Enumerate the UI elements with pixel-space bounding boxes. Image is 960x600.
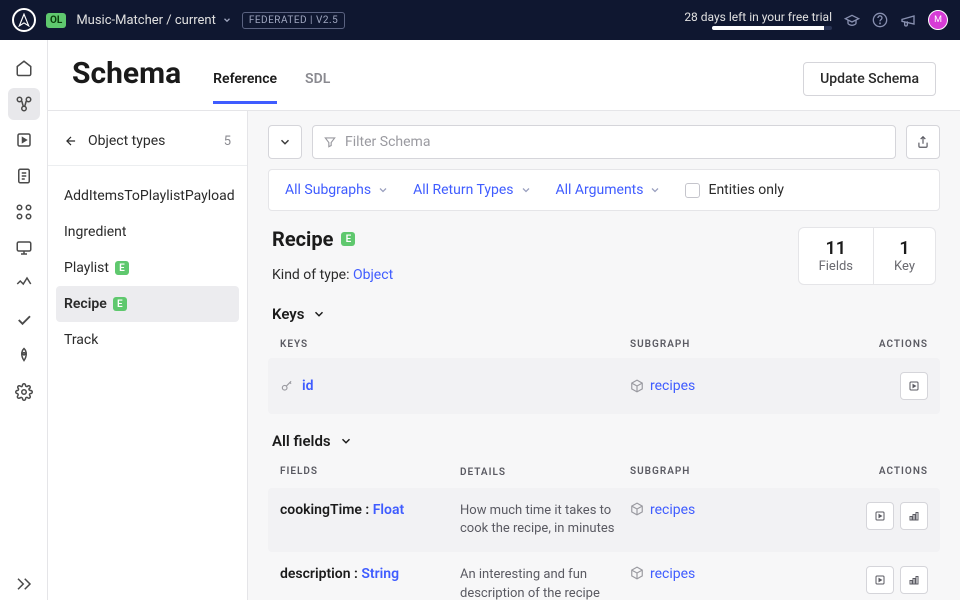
tab-sdl[interactable]: SDL — [305, 71, 330, 104]
apollo-logo-icon[interactable] — [12, 8, 36, 32]
subgraph-link[interactable]: recipes — [650, 378, 695, 394]
nav-subgraphs[interactable] — [8, 196, 40, 228]
nav-settings[interactable] — [8, 376, 40, 408]
arrow-left-icon — [64, 134, 78, 148]
breadcrumb[interactable]: Music-Matcher / current — [76, 13, 232, 28]
nav-launches[interactable] — [8, 340, 40, 372]
entity-badge-icon: E — [113, 297, 127, 311]
stat-key-count: 1 — [894, 238, 915, 259]
filter-arguments[interactable]: All Arguments — [556, 182, 662, 198]
chevron-down-icon — [278, 135, 292, 149]
chevron-down-icon — [339, 434, 353, 448]
nav-clients[interactable] — [8, 232, 40, 264]
key-icon — [280, 379, 294, 393]
nav-home[interactable] — [8, 52, 40, 84]
tab-reference[interactable]: Reference — [213, 71, 277, 104]
trial-progress-bar — [712, 26, 832, 30]
chevron-down-icon — [377, 184, 389, 196]
update-schema-button[interactable]: Update Schema — [803, 62, 936, 96]
trial-text: 28 days left in your free trial — [684, 10, 832, 24]
filter-subgraphs[interactable]: All Subgraphs — [285, 182, 389, 198]
chevron-down-icon — [649, 184, 661, 196]
collapse-toggle[interactable] — [268, 125, 302, 159]
key-name: id — [302, 378, 314, 394]
stat-fields-count: 11 — [819, 238, 853, 259]
federation-badge: FEDERATED | V2.5 — [242, 12, 345, 29]
run-in-explorer-button[interactable] — [866, 502, 894, 530]
field-metrics-button[interactable] — [900, 566, 928, 594]
avatar[interactable]: M — [928, 10, 948, 30]
field-metrics-button[interactable] — [900, 502, 928, 530]
filter-return-types[interactable]: All Return Types — [413, 182, 531, 198]
chevron-down-icon — [312, 307, 326, 321]
entity-badge-icon: E — [115, 261, 129, 275]
filter-input[interactable] — [345, 126, 885, 158]
sidebar-item-additemstoplaylistpayload[interactable]: AddItemsToPlaylistPayload — [48, 178, 247, 214]
page-title: Schema — [72, 56, 181, 91]
chevron-down-icon — [520, 184, 532, 196]
field-row[interactable]: cookingTime : Float How much time it tak… — [268, 488, 940, 552]
checkbox-icon — [685, 183, 700, 198]
field-details: An interesting and fun description of th… — [460, 566, 630, 600]
subgraph-link[interactable]: recipes — [650, 566, 695, 582]
sidebar-item-label: Recipe — [64, 296, 107, 312]
chevron-down-icon — [222, 15, 232, 25]
entities-only-checkbox[interactable]: Entities only — [685, 182, 784, 198]
announcement-icon[interactable] — [900, 12, 916, 28]
help-icon[interactable] — [872, 12, 888, 28]
sidebar-item-label: Playlist — [64, 260, 109, 276]
sidebar-item-label: Track — [64, 332, 98, 348]
filter-input-wrap[interactable] — [312, 125, 896, 159]
subgraph-link[interactable]: recipes — [650, 502, 695, 518]
nav-explorer[interactable] — [8, 124, 40, 156]
cube-icon — [630, 502, 644, 516]
sidebar-item-label: AddItemsToPlaylistPayload — [64, 188, 235, 204]
nav-schema[interactable] — [8, 88, 40, 120]
cube-icon — [630, 379, 644, 393]
tabs: Reference SDL — [213, 71, 330, 104]
section-keys[interactable]: Keys — [272, 305, 940, 323]
keys-row[interactable]: id recipes — [268, 358, 940, 414]
nav-collapse[interactable] — [8, 568, 40, 600]
types-sidebar: Object types 5 AddItemsToPlaylistPayload… — [48, 111, 248, 600]
section-all-fields[interactable]: All fields — [272, 432, 940, 450]
fields-table-header: FIELDS DETAILS SUBGRAPH ACTIONS — [268, 458, 940, 488]
type-title: Recipe E — [272, 227, 798, 251]
sidebar-item-ingredient[interactable]: Ingredient — [48, 214, 247, 250]
trial-status[interactable]: 28 days left in your free trial — [684, 10, 832, 30]
org-badge[interactable]: OL — [46, 13, 66, 28]
graduation-icon[interactable] — [844, 12, 860, 28]
share-button[interactable] — [906, 125, 940, 159]
sidebar-item-label: Ingredient — [64, 224, 126, 240]
nav-checks[interactable] — [8, 304, 40, 336]
nav-insights[interactable] — [8, 268, 40, 300]
sidebar-item-playlist[interactable]: Playlist E — [48, 250, 247, 286]
field-row[interactable]: description : String An interesting and … — [268, 552, 940, 600]
share-icon — [916, 135, 930, 149]
topbar: OL Music-Matcher / current FEDERATED | V… — [0, 0, 960, 40]
keys-table-header: KEYS SUBGRAPH ACTIONS — [268, 331, 940, 358]
sidebar-item-recipe[interactable]: Recipe E — [56, 286, 239, 322]
sidebar-item-track[interactable]: Track — [48, 322, 247, 358]
run-in-explorer-button[interactable] — [900, 372, 928, 400]
type-stats: 11 Fields 1 Key — [798, 227, 936, 285]
run-in-explorer-button[interactable] — [866, 566, 894, 594]
nav-changelog[interactable] — [8, 160, 40, 192]
iconbar — [0, 40, 48, 600]
sidebar-count: 5 — [224, 134, 231, 149]
breadcrumb-text: Music-Matcher / current — [76, 13, 216, 28]
type-kind: Kind of type: Object — [272, 267, 798, 283]
field-details: How much time it takes to cook the recip… — [460, 502, 630, 538]
sidebar-title: Object types — [88, 133, 165, 149]
cube-icon — [630, 566, 644, 580]
filter-icon — [323, 135, 337, 149]
sidebar-back[interactable]: Object types 5 — [48, 125, 247, 166]
entity-badge-icon: E — [341, 232, 355, 246]
